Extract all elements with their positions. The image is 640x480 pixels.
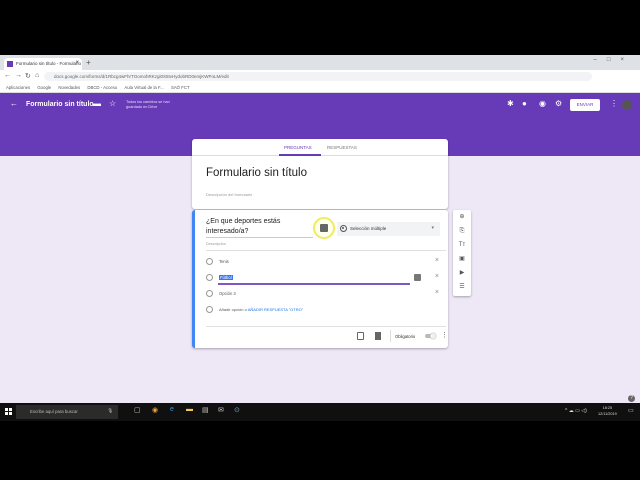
task-view-icon[interactable]: ▢ [134,406,142,416]
addons-icon[interactable]: ✱ [507,99,514,108]
windows-start-icon[interactable] [5,408,12,415]
option-row: Tenis × [206,257,441,267]
option-row: Fútbol × [206,273,441,285]
add-question-icon[interactable]: ⊕ [453,210,471,224]
back-icon[interactable]: ← [4,72,11,79]
form-description-input[interactable]: Descripción del formulario [206,192,252,197]
forward-icon[interactable]: → [15,72,22,79]
active-tab-indicator [279,154,321,156]
more-menu-icon[interactable]: ⋮ [610,99,618,108]
radio-type-icon [340,225,347,232]
add-title-icon[interactable]: Tт [453,238,471,252]
preview-eye-icon[interactable]: ◉ [539,99,546,108]
more-options-icon[interactable]: ⋮ [441,331,448,339]
divider [206,250,446,251]
remove-option-icon[interactable]: × [435,289,439,296]
system-tray-icons[interactable]: ^ ☁ ▭ ◁) [565,408,587,414]
add-option-row: Añadir opción o AÑADIR RESPUESTA "OTRO" [206,305,441,315]
help-icon[interactable]: ? [628,395,635,402]
add-image-icon[interactable] [320,224,328,232]
back-arrow-icon[interactable]: ← [10,99,18,108]
form-header-card: PREGUNTAS RESPUESTAS Formulario sin títu… [192,139,448,209]
url-input[interactable]: docs.google.com/forms/d/1Rbcg4wFhrTOomoh… [44,72,592,81]
microphone-icon[interactable]: 🎙 [108,408,113,414]
focus-underline [218,283,410,285]
radio-icon [206,290,213,297]
bookmark-item[interactable]: SAÓ FCT [171,83,190,90]
bookmark-item[interactable]: Aplicaciones [6,83,30,90]
taskbar-search[interactable]: Escribe aquí para buscar 🎙 [16,405,118,419]
clock[interactable]: 18:25 12/11/2019 [598,405,617,417]
import-questions-icon[interactable]: ⎘ [453,224,471,238]
divider [206,237,313,238]
duplicate-icon[interactable] [357,332,364,340]
divider [390,330,391,342]
close-tab-icon[interactable]: × [75,60,79,66]
divider [206,326,446,327]
avatar[interactable] [622,100,632,110]
option-image-icon[interactable] [414,274,421,281]
remove-option-icon[interactable]: × [435,273,439,280]
question-footer: Obligatorio ⋮ [195,330,448,344]
radio-icon [206,306,213,313]
window-controls[interactable]: –□× [594,57,634,63]
radio-icon [206,258,213,265]
palette-icon[interactable]: ● [522,99,527,108]
form-tabs: PREGUNTAS RESPUESTAS [192,139,448,156]
bookmark-item[interactable]: Google [37,83,51,90]
chevron-down-icon: ▾ [431,225,434,231]
chrome-icon[interactable]: ◉ [152,406,160,416]
bookmarks-bar: Aplicaciones Google Novedades DBCD - Acc… [0,83,640,93]
save-status: Todos los cambios se han guardado en Dri… [126,100,170,109]
option-row: Opción 3 × [206,289,441,299]
file-explorer-icon[interactable]: ▬ [186,406,194,416]
delete-trash-icon[interactable] [375,332,381,340]
tab-respuestas[interactable]: RESPUESTAS [327,145,357,150]
reload-icon[interactable]: ↻ [25,72,31,80]
notifications-icon[interactable]: ▭ [628,407,634,414]
add-video-icon[interactable]: ▶ [453,266,471,280]
question-card: ¿En que deportes estás interesado/a? Sel… [192,210,448,348]
edge-icon[interactable]: e [170,406,178,416]
store-icon[interactable]: ▤ [202,406,210,416]
tab-strip [0,55,640,70]
folder-icon[interactable]: ▬ [93,99,101,108]
add-image-icon[interactable]: ▣ [453,252,471,266]
question-type-select[interactable]: Selección múltiple ▾ [337,222,440,236]
send-button[interactable]: ENVIAR [570,99,600,111]
tab-preguntas[interactable]: PREGUNTAS [284,145,312,150]
add-option-link[interactable]: Añadir opción [219,307,243,312]
settings-gear-icon[interactable]: ⚙ [555,99,562,108]
bookmark-item[interactable]: Novedades [58,83,80,90]
form-title-input[interactable]: Formulario sin título [206,167,307,179]
question-description-input[interactable]: Descripción [206,242,226,246]
required-toggle[interactable] [425,332,436,339]
bookmark-item[interactable]: Aula Virtual de la F... [124,83,163,90]
home-icon[interactable]: ⌂ [35,72,39,79]
remove-option-icon[interactable]: × [435,257,439,264]
form-name[interactable]: Formulario sin título [26,101,94,108]
recorder-icon[interactable]: ⊙ [234,406,242,416]
forms-favicon-icon [7,61,13,67]
radio-icon [206,274,213,281]
add-other-link[interactable]: AÑADIR RESPUESTA "OTRO" [248,307,303,312]
floating-toolbar: ⊕ ⎘ Tт ▣ ▶ ☰ [453,210,471,296]
mail-icon[interactable]: ✉ [218,406,226,416]
add-section-icon[interactable]: ☰ [453,280,471,294]
option-input[interactable]: Fútbol [219,275,233,280]
browser-tab[interactable]: Formulario sin título - Formulario × [4,58,82,70]
star-icon[interactable]: ☆ [109,99,116,108]
new-tab-button[interactable]: + [86,58,91,67]
question-title-input[interactable]: ¿En que deportes estás interesado/a? [206,217,316,237]
bookmark-item[interactable]: DBCD - Acceso [87,83,117,90]
